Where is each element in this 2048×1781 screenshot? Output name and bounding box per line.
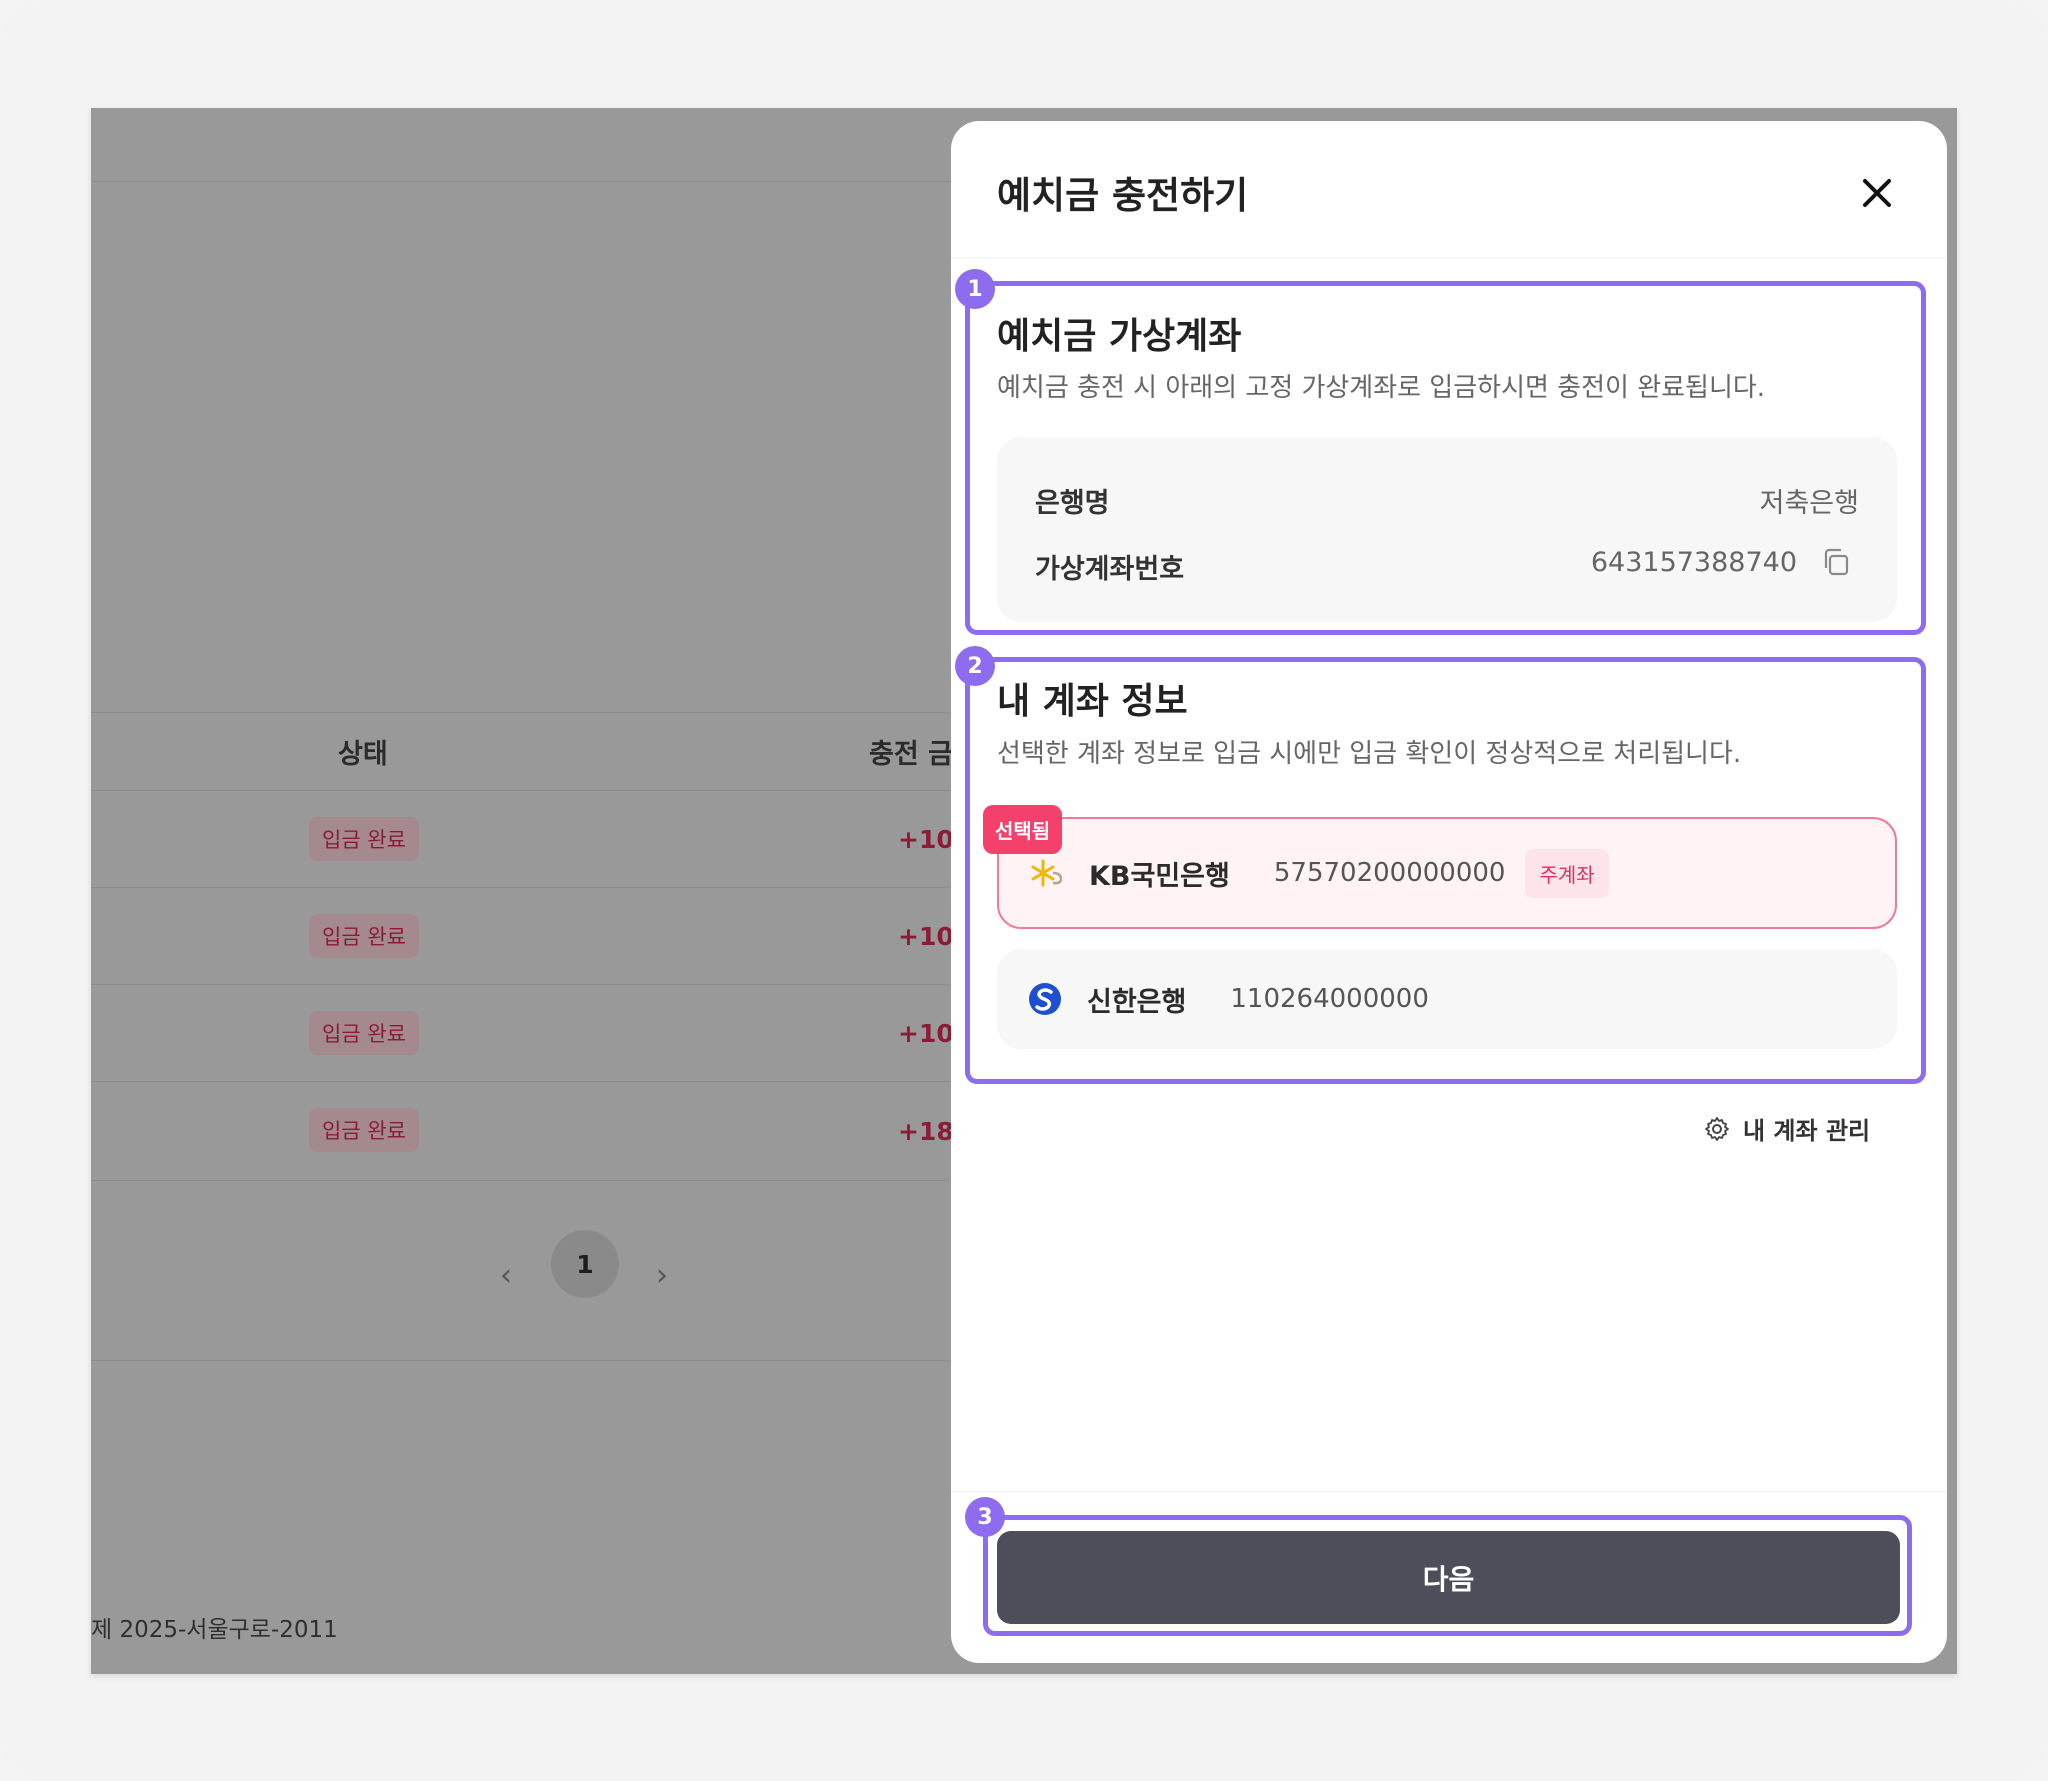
annotation-box-3 <box>983 1515 1912 1636</box>
status-badge: 입금 완료 <box>309 914 419 958</box>
status-badge: 입금 완료 <box>309 817 419 861</box>
pagination-prev-button[interactable]: ‹ <box>500 1258 512 1293</box>
annotation-number-3: 3 <box>965 1497 1005 1537</box>
frame: 상태 충전 금 입금 완료 +10,( 입금 완료 +10,( 입금 완료 +1… <box>0 0 2048 1781</box>
divider <box>951 1491 1947 1492</box>
pagination-next-button[interactable]: › <box>656 1258 668 1293</box>
annotation-box-1 <box>965 281 1926 635</box>
status-badge: 입금 완료 <box>309 1108 419 1152</box>
status-badge: 입금 완료 <box>309 1011 419 1055</box>
manage-accounts-link[interactable]: 내 계좌 관리 <box>1703 1111 1870 1146</box>
footer-text: 제 2025-서울구로-2011 <box>91 1617 338 1643</box>
drawer-title: 예치금 충전하기 <box>997 174 1249 217</box>
divider <box>951 257 1947 258</box>
divider <box>91 887 951 888</box>
gear-icon <box>1705 1116 1729 1141</box>
manage-accounts-label: 내 계좌 관리 <box>1743 1117 1871 1145</box>
table-header-amount: 충전 금 <box>869 739 953 770</box>
table-header-status: 상태 <box>338 739 388 770</box>
divider <box>91 1180 951 1181</box>
divider <box>91 1081 951 1082</box>
annotation-number-1: 1 <box>955 269 995 309</box>
pagination-page-1[interactable]: 1 <box>551 1230 619 1298</box>
close-icon[interactable] <box>1853 169 1901 217</box>
annotation-box-2 <box>965 657 1926 1084</box>
divider <box>91 712 951 713</box>
annotation-number-2: 2 <box>955 646 995 686</box>
divider <box>91 984 951 985</box>
divider <box>91 181 951 182</box>
divider <box>91 1360 951 1361</box>
divider <box>91 790 951 791</box>
